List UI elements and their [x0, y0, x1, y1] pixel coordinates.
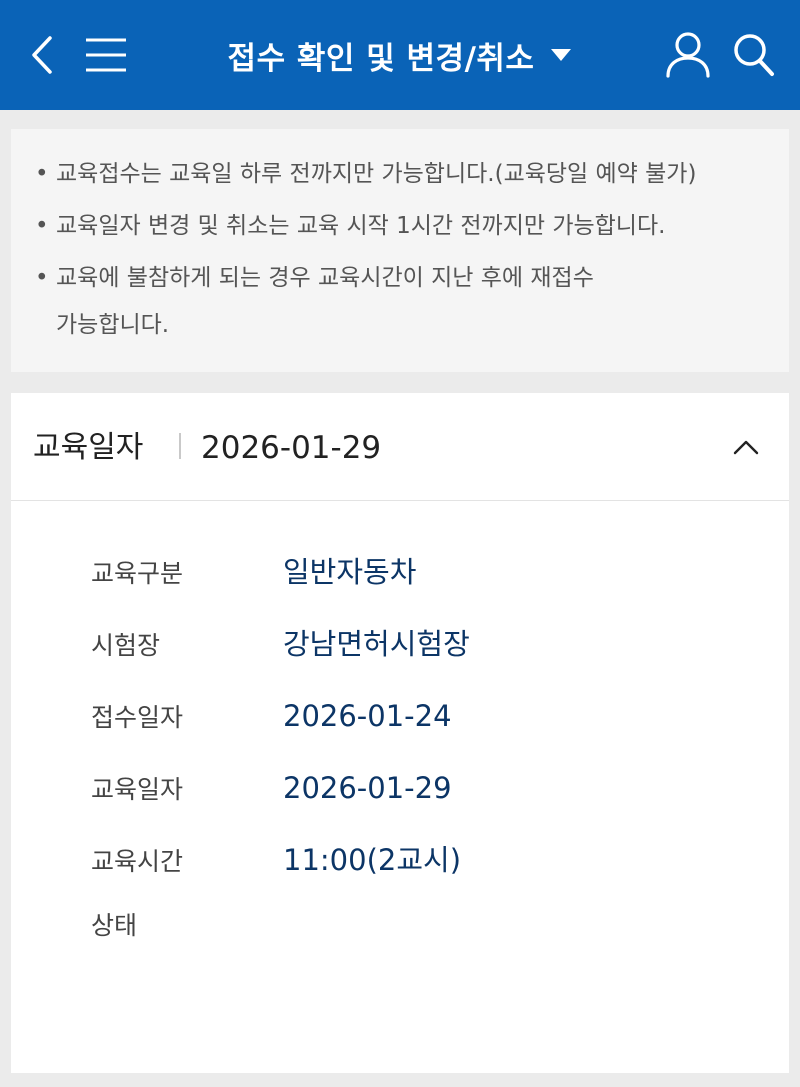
- caret-down-icon: [551, 49, 572, 61]
- reservation-panel: 교육일자 2026-01-29 교육구분 일반자동차 시험장 강남면허시험장 접…: [11, 393, 789, 1073]
- row-value-test-site: 강남면허시험장: [283, 627, 470, 661]
- notice-text: 교육일자 변경 및 취소는 교육 시작 1시간 전까지만 가능합니다.: [56, 213, 666, 239]
- back-button[interactable]: [22, 30, 62, 80]
- notice-text-continued: 가능합니다.: [56, 312, 170, 338]
- reservation-panel-header[interactable]: 교육일자 2026-01-29: [11, 393, 789, 501]
- row-value-education-date: 2026-01-29: [283, 771, 452, 805]
- search-button[interactable]: [728, 28, 780, 82]
- back-arrow-icon: [32, 36, 52, 74]
- page-title: 접수 확인 및 변경/취소: [227, 40, 535, 77]
- notice-item: • 교육일자 변경 및 취소는 교육 시작 1시간 전까지만 가능합니다.: [35, 203, 775, 250]
- divider: [179, 433, 181, 459]
- app-header: 접수 확인 및 변경/취소: [0, 0, 800, 110]
- bullet: •: [35, 161, 49, 187]
- notice-item: • 교육접수는 교육일 하루 전까지만 가능합니다.(교육당일 예약 불가): [35, 151, 775, 198]
- row-label-application-date: 접수일자: [91, 703, 184, 732]
- row-label-education-time: 교육시간: [91, 847, 184, 876]
- notice-box: • 교육접수는 교육일 하루 전까지만 가능합니다.(교육당일 예약 불가) •…: [11, 129, 789, 372]
- education-date-value: 2026-01-29: [201, 430, 382, 466]
- education-date-label: 교육일자: [33, 430, 144, 465]
- row-label-status: 상태: [91, 911, 138, 940]
- row-value-category: 일반자동차: [283, 555, 417, 589]
- user-icon: [666, 32, 710, 78]
- row-label-category: 교육구분: [91, 559, 184, 588]
- user-button[interactable]: [662, 28, 714, 82]
- menu-button[interactable]: [82, 30, 132, 80]
- bullet: •: [35, 265, 49, 291]
- bullet: •: [35, 213, 49, 239]
- row-label-test-site: 시험장: [91, 631, 161, 660]
- notice-item: • 교육에 불참하게 되는 경우 교육시간이 지난 후에 재접수 가능합니다.: [35, 255, 775, 349]
- row-value-education-time: 11:00(2교시): [283, 843, 462, 877]
- chevron-up-icon[interactable]: [729, 433, 763, 459]
- row-label-education-date: 교육일자: [91, 775, 184, 804]
- hamburger-menu-icon: [86, 38, 126, 72]
- row-value-application-date: 2026-01-24: [283, 699, 452, 733]
- notice-text: 교육접수는 교육일 하루 전까지만 가능합니다.(교육당일 예약 불가): [56, 161, 697, 187]
- page-title-dropdown[interactable]: 접수 확인 및 변경/취소: [150, 28, 650, 82]
- search-icon: [734, 34, 774, 76]
- notice-text: 교육에 불참하게 되는 경우 교육시간이 지난 후에 재접수: [56, 265, 594, 291]
